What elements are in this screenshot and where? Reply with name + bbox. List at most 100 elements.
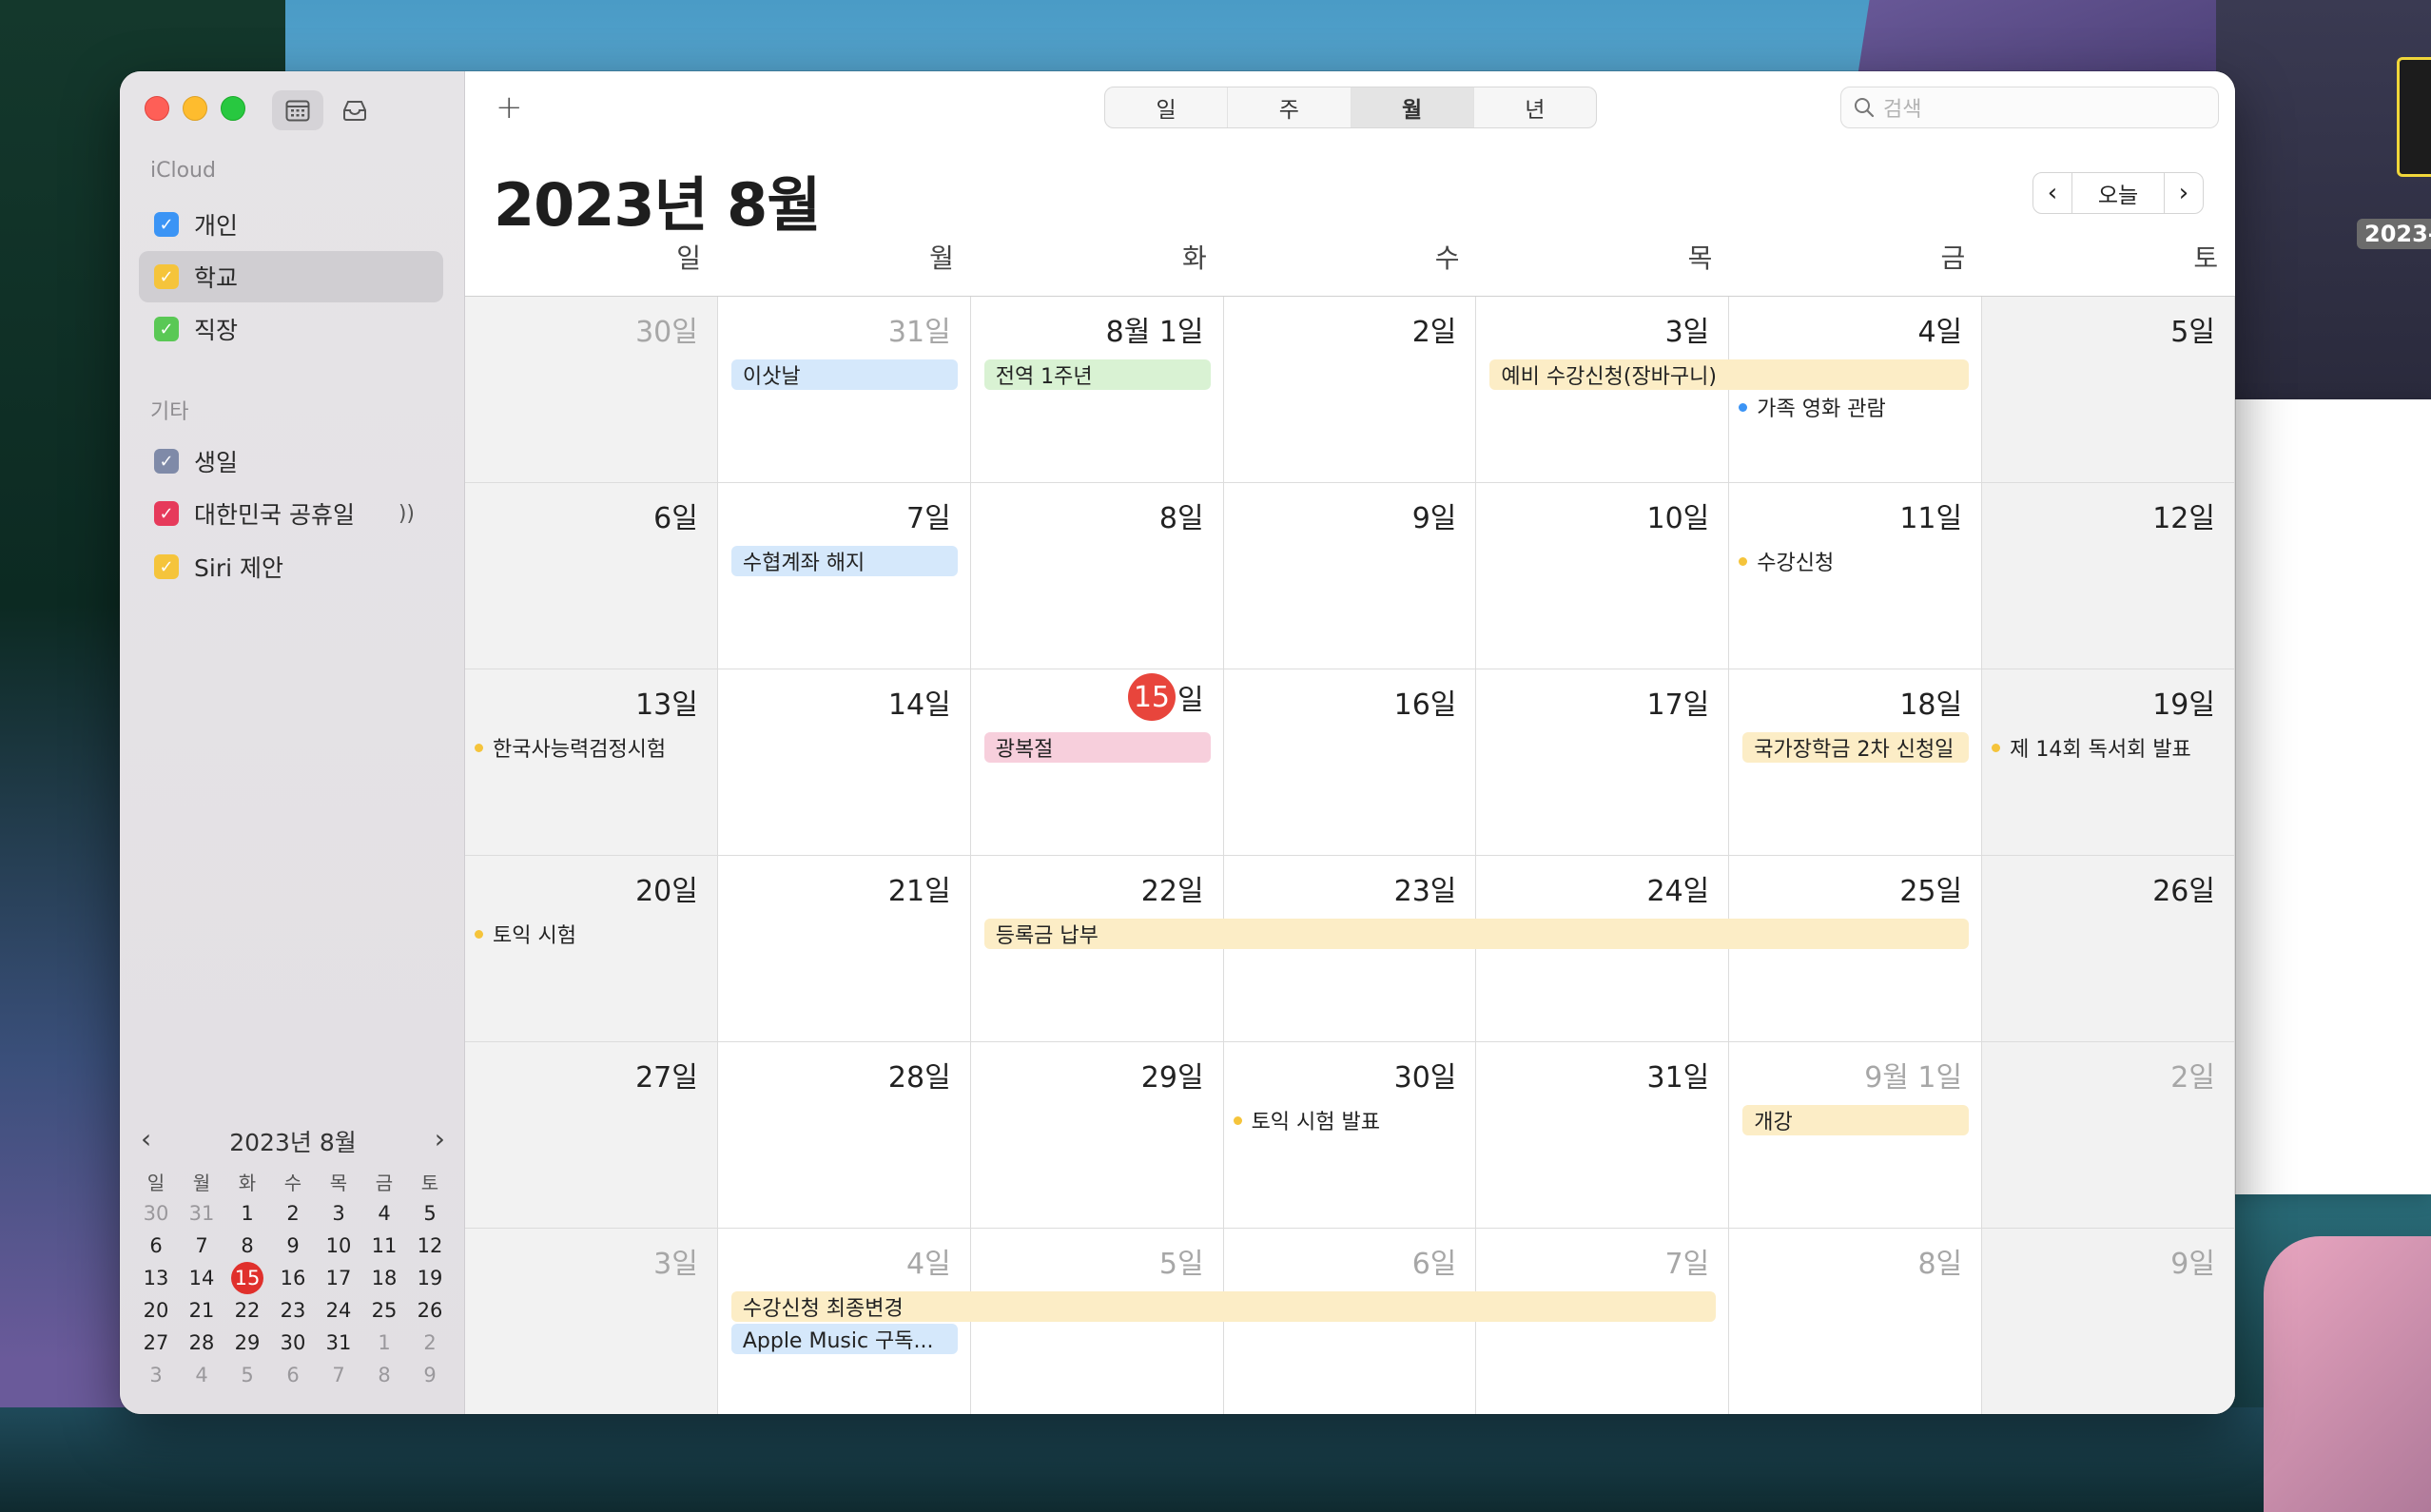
calendar-item-personal[interactable]: ✓ 개인 <box>139 199 443 250</box>
calendar-event[interactable]: 가족 영화 관람 <box>1739 392 1886 422</box>
mini-calendar-day[interactable]: 5 <box>407 1197 453 1230</box>
mini-calendar-day[interactable]: 8 <box>361 1359 407 1391</box>
mini-calendar-day[interactable]: 2 <box>407 1327 453 1359</box>
mini-calendar-day[interactable]: 21 <box>179 1294 224 1327</box>
calendar-event[interactable]: 토익 시험 <box>475 919 576 949</box>
mini-calendar-day[interactable]: 23 <box>270 1294 316 1327</box>
chevron-left-icon[interactable]: ‹ <box>2033 173 2071 213</box>
day-cell[interactable]: 8일 <box>970 483 1224 669</box>
checkbox-checked-icon[interactable]: ✓ <box>154 317 179 341</box>
mini-calendar-day[interactable]: 30 <box>133 1197 179 1230</box>
day-cell[interactable]: 14일 <box>717 669 971 856</box>
day-cell[interactable]: 7일 <box>717 483 971 669</box>
mini-calendar-day[interactable]: 5 <box>224 1359 270 1391</box>
mini-calendar-day[interactable]: 6 <box>270 1359 316 1391</box>
calendar-list-button[interactable] <box>272 90 323 130</box>
view-day-tab[interactable]: 일 <box>1105 87 1229 127</box>
mini-calendar-day[interactable]: 1 <box>224 1197 270 1230</box>
mini-calendar-day[interactable]: 14 <box>179 1262 224 1294</box>
day-cell[interactable]: 3일 <box>1476 297 1730 483</box>
calendar-event[interactable]: 토익 시험 발표 <box>1233 1105 1380 1135</box>
day-cell[interactable]: 5일 <box>1982 297 2235 483</box>
view-week-tab[interactable]: 주 <box>1228 87 1352 127</box>
mini-calendar-day[interactable]: 16 <box>270 1262 316 1294</box>
mini-calendar-day[interactable]: 10 <box>316 1230 361 1262</box>
mini-calendar-day[interactable]: 27 <box>133 1327 179 1359</box>
mini-calendar-day[interactable]: 8 <box>224 1230 270 1262</box>
calendar-item-work[interactable]: ✓ 직장 <box>139 303 443 355</box>
close-button[interactable] <box>145 96 169 121</box>
day-cell[interactable]: 16일 <box>1223 669 1477 856</box>
mini-calendar-day[interactable]: 31 <box>316 1327 361 1359</box>
day-cell[interactable]: 8월 1일 <box>970 297 1224 483</box>
calendar-event[interactable]: 예비 수강신청(장바구니) <box>1489 359 1970 390</box>
day-cell[interactable]: 19일 <box>1982 669 2235 856</box>
day-cell[interactable]: 8일 <box>1729 1229 1983 1414</box>
day-cell[interactable]: 4일 <box>1729 297 1983 483</box>
checkbox-checked-icon[interactable]: ✓ <box>154 449 179 474</box>
day-cell[interactable]: 31일 <box>717 297 971 483</box>
calendar-event[interactable]: 등록금 납부 <box>983 919 1970 949</box>
calendar-event[interactable]: 수협계좌 해지 <box>730 546 958 576</box>
mini-calendar-day[interactable]: 12 <box>407 1230 453 1262</box>
day-cell[interactable]: 30일 <box>1223 1042 1477 1229</box>
calendar-item-school[interactable]: ✓ 학교 <box>139 251 443 302</box>
search-input[interactable]: 검색 <box>1840 87 2219 128</box>
calendar-event[interactable]: 국가장학금 2차 신청일 <box>1742 732 1970 763</box>
mini-calendar-day[interactable]: 24 <box>316 1294 361 1327</box>
day-cell[interactable]: 27일 <box>465 1042 718 1229</box>
day-cell[interactable]: 29일 <box>970 1042 1224 1229</box>
day-cell[interactable]: 9일 <box>1982 1229 2235 1414</box>
mini-calendar-day[interactable]: 31 <box>179 1197 224 1230</box>
chevron-left-icon[interactable]: ‹ <box>141 1123 151 1154</box>
mini-calendar-day[interactable]: 20 <box>133 1294 179 1327</box>
calendar-event[interactable]: 이삿날 <box>730 359 958 390</box>
chevron-right-icon[interactable]: › <box>2165 173 2203 213</box>
calendar-event[interactable]: 수강신청 <box>1739 546 1834 576</box>
day-cell[interactable]: 25일 <box>1729 856 1983 1042</box>
mini-calendar-day[interactable]: 18 <box>361 1262 407 1294</box>
mini-calendar-day[interactable]: 3 <box>133 1359 179 1391</box>
zoom-button[interactable] <box>221 96 245 121</box>
mini-calendar-day[interactable]: 28 <box>179 1327 224 1359</box>
mini-calendar-day[interactable]: 19 <box>407 1262 453 1294</box>
day-cell[interactable]: 3일 <box>465 1229 718 1414</box>
day-cell[interactable]: 2일 <box>1223 297 1477 483</box>
mini-calendar-day[interactable]: 7 <box>316 1359 361 1391</box>
today-button[interactable]: 오늘 <box>2071 173 2165 213</box>
calendar-event[interactable]: 제 14회 독서회 발표 <box>1992 732 2191 763</box>
mini-calendar-day[interactable]: 4 <box>179 1359 224 1391</box>
calendar-item-birthdays[interactable]: ✓ 생일 <box>139 436 443 487</box>
day-cell[interactable]: 26일 <box>1982 856 2235 1042</box>
calendar-item-siri[interactable]: ✓ Siri 제안 <box>139 541 443 592</box>
day-cell[interactable]: 30일 <box>465 297 718 483</box>
day-cell[interactable]: 28일 <box>717 1042 971 1229</box>
day-cell[interactable]: 24일 <box>1476 856 1730 1042</box>
mini-calendar-day[interactable]: 22 <box>224 1294 270 1327</box>
minimize-button[interactable] <box>183 96 207 121</box>
add-event-button[interactable]: + <box>496 88 523 126</box>
day-cell[interactable]: 2일 <box>1982 1042 2235 1229</box>
mini-calendar-day[interactable]: 17 <box>316 1262 361 1294</box>
day-cell[interactable]: 9월 1일 <box>1729 1042 1983 1229</box>
calendar-event[interactable]: 한국사능력검정시험 <box>475 732 666 763</box>
mini-calendar-today[interactable]: 15 <box>224 1262 270 1294</box>
calendar-item-holidays[interactable]: ✓ 대한민국 공휴일 )) <box>139 488 443 539</box>
day-cell[interactable]: 11일 <box>1729 483 1983 669</box>
mini-calendar-day[interactable]: 6 <box>133 1230 179 1262</box>
calendar-event[interactable]: 전역 1주년 <box>983 359 1211 390</box>
day-cell[interactable]: 9일 <box>1223 483 1477 669</box>
day-cell[interactable]: 23일 <box>1223 856 1477 1042</box>
mini-calendar-day[interactable]: 29 <box>224 1327 270 1359</box>
mini-calendar-day[interactable]: 11 <box>361 1230 407 1262</box>
inbox-button[interactable] <box>329 90 380 130</box>
checkbox-checked-icon[interactable]: ✓ <box>154 264 179 289</box>
calendar-event[interactable]: 개강 <box>1742 1105 1970 1135</box>
desktop-file-label[interactable]: 2023- <box>2357 219 2431 249</box>
day-cell[interactable]: 22일 <box>970 856 1224 1042</box>
checkbox-checked-icon[interactable]: ✓ <box>154 554 179 579</box>
view-month-tab[interactable]: 월 <box>1351 87 1474 127</box>
background-window[interactable] <box>2216 399 2431 1194</box>
day-cell[interactable]: 21일 <box>717 856 971 1042</box>
day-cell[interactable]: 18일 <box>1729 669 1983 856</box>
